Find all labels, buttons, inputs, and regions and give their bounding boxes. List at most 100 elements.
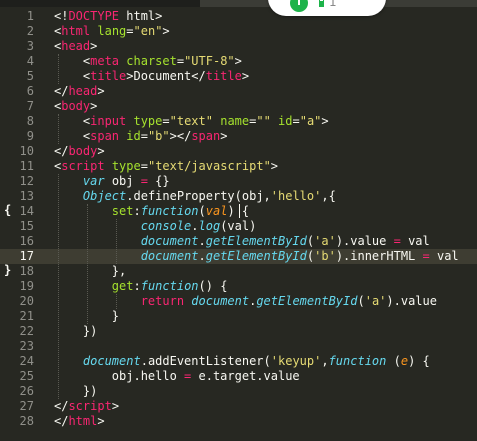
code-line[interactable]: 3 <head> xyxy=(0,39,477,54)
code-line[interactable]: 17 document.getElementById('b').innerHTM… xyxy=(0,249,477,264)
code-token: </ xyxy=(54,144,69,158)
line-number: 4 xyxy=(26,54,34,68)
code-token: {} xyxy=(147,174,170,188)
code-line[interactable]: 15 console.log(val) xyxy=(0,219,477,234)
code-token: 'hello' xyxy=(270,189,322,203)
code-token: getElementById xyxy=(205,234,307,248)
code-token: return xyxy=(140,294,185,308)
line-number: 20 xyxy=(19,294,34,308)
code-token: e xyxy=(400,354,409,368)
code-token: > xyxy=(90,39,98,53)
fold-marker-icon[interactable]: { xyxy=(4,203,11,217)
code-token: > xyxy=(97,144,105,158)
line-number: 8 xyxy=(26,114,34,128)
code-token: > xyxy=(97,414,105,428)
code-token: = xyxy=(140,159,148,173)
code-line[interactable]: 13 Object.defineProperty(obj,'hello',{ xyxy=(0,189,477,204)
code-text: document.addEventListener('keyup',functi… xyxy=(54,354,430,369)
code-token: "a" xyxy=(299,114,322,128)
code-token: }, xyxy=(54,264,127,278)
code-line[interactable]: 11 <script type="text/javascript"> xyxy=(0,159,477,174)
line-number: 7 xyxy=(26,99,34,113)
code-text: }, xyxy=(54,264,126,279)
code-token: ).value xyxy=(335,234,394,248)
code-line[interactable]: 4 <meta charset="UTF-8"> xyxy=(0,54,477,69)
code-line[interactable]: 23 xyxy=(0,339,477,354)
code-token: < xyxy=(54,54,91,68)
line-number: 25 xyxy=(19,369,34,383)
code-token: < xyxy=(54,129,91,143)
code-token: name xyxy=(220,114,250,128)
code-token: span xyxy=(191,129,221,143)
code-token: > xyxy=(270,159,279,173)
line-number: 11 xyxy=(19,159,34,173)
code-text: <!DOCTYPE html> xyxy=(54,9,162,24)
code-line[interactable]: 1 <!DOCTYPE html> xyxy=(0,9,477,24)
code-token: obj xyxy=(104,174,141,188)
code-token: span xyxy=(90,129,120,143)
fold-marker-icon[interactable]: } xyxy=(4,263,11,277)
line-number: 2 xyxy=(26,24,34,38)
code-token: }) xyxy=(54,324,98,338)
code-token: getElementById xyxy=(256,294,358,308)
code-line[interactable]: 2 <html lang="en"> xyxy=(0,24,477,39)
code-token: > xyxy=(162,24,170,38)
code-line[interactable]: 28 </html> xyxy=(0,414,477,429)
code-line[interactable]: 12 var obj = {} xyxy=(0,174,477,189)
code-line[interactable]: 26 }) xyxy=(0,384,477,399)
code-line[interactable]: 5 <title>Document</title> xyxy=(0,69,477,84)
code-text: obj.hello = e.target.value xyxy=(54,369,300,384)
line-number: 13 xyxy=(19,189,34,203)
code-token: 'keyup' xyxy=(270,354,322,368)
code-token: Object xyxy=(82,189,127,203)
code-token: log xyxy=(198,219,221,233)
code-token: <! xyxy=(54,9,69,23)
code-line[interactable]: 27 </script> xyxy=(0,399,477,414)
line-number: 5 xyxy=(26,69,34,83)
code-token: ( xyxy=(357,294,365,308)
code-line[interactable]: 25 obj.hello = e.target.value xyxy=(0,369,477,384)
code-text: <script type="text/javascript"> xyxy=(54,159,278,174)
indent-guide xyxy=(87,204,88,324)
code-token: type xyxy=(133,114,163,128)
code-token: (val) xyxy=(220,219,257,233)
code-line[interactable]: 21 } xyxy=(0,309,477,324)
code-token: "text" xyxy=(169,114,213,128)
code-token: "UTF-8" xyxy=(184,54,235,68)
editor-tab-bar xyxy=(0,0,477,7)
code-line[interactable]: 16 document.getElementById('a').value = … xyxy=(0,234,477,249)
code-token: console xyxy=(140,219,192,233)
code-token: html xyxy=(61,24,91,38)
code-text: document.getElementById('b').innerHTML =… xyxy=(54,249,459,264)
code-token: ( xyxy=(198,204,206,218)
code-token: : xyxy=(133,279,141,293)
code-token: document xyxy=(140,234,199,248)
code-line[interactable]: 19 get:function() { xyxy=(0,279,477,294)
code-line[interactable]: 18 }, xyxy=(0,264,477,279)
code-line[interactable]: 22 }) xyxy=(0,324,477,339)
code-token: function xyxy=(328,354,387,368)
code-line[interactable]: 7 <body> xyxy=(0,99,477,114)
code-token: </ xyxy=(54,84,69,98)
code-line[interactable]: 6 </head> xyxy=(0,84,477,99)
line-number: 16 xyxy=(19,234,34,248)
code-line[interactable]: 24 document.addEventListener('keyup',fun… xyxy=(0,354,477,369)
line-number: 23 xyxy=(19,339,34,353)
code-text: console.log(val) xyxy=(54,219,257,234)
code-token: script xyxy=(61,159,105,173)
line-number: 26 xyxy=(19,384,34,398)
code-token: > xyxy=(90,99,98,113)
battery-icon xyxy=(319,0,324,7)
code-line[interactable]: 8 <input type="text" name="" id="a"> xyxy=(0,114,477,129)
line-number: 1 xyxy=(26,9,34,23)
code-line[interactable]: 10 </body> xyxy=(0,144,477,159)
code-token: 'b' xyxy=(314,249,336,263)
code-token: type xyxy=(111,159,141,173)
code-token: < xyxy=(54,69,91,83)
code-text: return document.getElementById('a').valu… xyxy=(54,294,437,309)
code-token: ) { xyxy=(408,354,430,368)
code-line[interactable]: 20 return document.getElementById('a').v… xyxy=(0,294,477,309)
code-line[interactable]: 9 <span id="b"></span> xyxy=(0,129,477,144)
